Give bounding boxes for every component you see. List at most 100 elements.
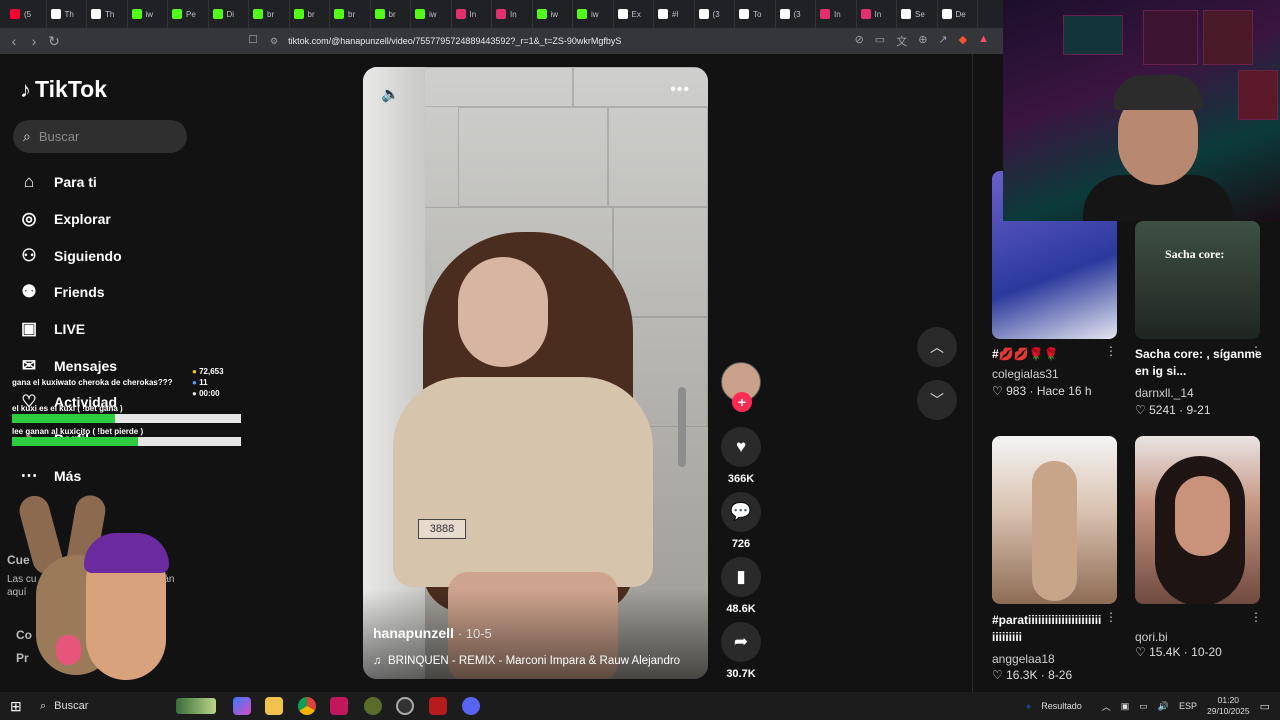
toolbar-icons: ⊘ ▭ 文 ⊕ ↗ ◆ ▲ bbox=[855, 33, 989, 49]
sidebar-item-more[interactable]: ⋯ Más bbox=[18, 458, 208, 495]
browser-tab[interactable]: Di bbox=[209, 0, 249, 28]
weather-label[interactable]: Resultado bbox=[1041, 701, 1082, 711]
brave-shield-icon[interactable]: ◆ bbox=[959, 33, 967, 49]
browser-tab[interactable]: Se bbox=[897, 0, 938, 28]
more-options-icon[interactable]: ••• bbox=[670, 81, 690, 99]
windows-start-icon[interactable]: ⊞ bbox=[10, 698, 22, 715]
app-icon-2[interactable] bbox=[429, 697, 447, 715]
no-video-icon[interactable]: ⊘ bbox=[855, 33, 864, 49]
browser-tab[interactable]: br bbox=[330, 0, 371, 28]
obs-icon[interactable] bbox=[396, 697, 414, 715]
browser-tab[interactable]: Pe bbox=[168, 0, 209, 28]
sidebar-item-following[interactable]: ⚇ Siguiendo bbox=[18, 237, 208, 274]
rec-title-3[interactable]: #paratiiiiiiiiiiiiiiiiiiiiii iiiiiiiii bbox=[992, 612, 1120, 646]
browser-tab[interactable]: Ex bbox=[614, 0, 654, 28]
video-music[interactable]: ♫ BRINQUEN - REMIX - Marconi Impara & Ra… bbox=[373, 655, 680, 667]
file-explorer-icon[interactable] bbox=[265, 697, 283, 715]
sidebar-item-live[interactable]: ▣ LIVE bbox=[18, 311, 208, 348]
brave-rewards-icon[interactable]: ▲ bbox=[978, 33, 989, 49]
clock[interactable]: 01:20 29/10/2025 bbox=[1207, 695, 1250, 717]
rec-user-2[interactable]: darnxll._14 bbox=[1135, 386, 1194, 400]
browser-tab[interactable]: br bbox=[371, 0, 411, 28]
heart-icon[interactable]: ♥ bbox=[721, 427, 761, 467]
follow-plus-icon[interactable]: + bbox=[732, 392, 752, 412]
browser-tab[interactable]: In bbox=[816, 0, 857, 28]
browser-tab[interactable]: iw bbox=[411, 0, 452, 28]
previous-video-button[interactable]: ︿ bbox=[917, 327, 957, 367]
rec-title-2[interactable]: Sacha core: , síganme en ig si... bbox=[1135, 346, 1263, 380]
translate-icon[interactable]: 文 bbox=[896, 33, 907, 49]
browser-tab[interactable]: iw bbox=[128, 0, 168, 28]
video-username[interactable]: hanapunzell bbox=[373, 625, 454, 641]
language-indicator[interactable]: ESP bbox=[1179, 701, 1197, 711]
rec-more-1-icon[interactable]: ⋮ bbox=[1105, 344, 1117, 358]
tray-chevron-icon[interactable]: ︿ bbox=[1102, 700, 1111, 713]
sidebar-item-label: Friends bbox=[54, 284, 105, 301]
tiktok-logo[interactable]: ♪ TikTok bbox=[20, 76, 107, 103]
rec-title-1[interactable]: #💋💋🌹🌹 bbox=[992, 346, 1120, 363]
volume-tray-icon[interactable]: 🔊 bbox=[1158, 701, 1169, 712]
site-info-icon[interactable]: ⚙ bbox=[270, 36, 278, 47]
video-author[interactable]: hanapunzell · 10-5 bbox=[373, 625, 492, 641]
browser-tab[interactable]: In bbox=[857, 0, 897, 28]
notification-icon[interactable]: ▭ bbox=[1260, 700, 1270, 713]
browser-tab[interactable]: iw bbox=[533, 0, 573, 28]
rec-user-4[interactable]: qori.bi bbox=[1135, 630, 1168, 644]
share-icon[interactable]: ↗ bbox=[938, 33, 947, 49]
rec-more-4-icon[interactable]: ⋮ bbox=[1250, 610, 1262, 624]
sidebar-item-friends[interactable]: ⚉ Friends bbox=[18, 274, 208, 311]
browser-tab[interactable]: To bbox=[735, 0, 776, 28]
browser-tab[interactable]: (5 bbox=[6, 0, 47, 28]
zoom-icon[interactable]: ⊕ bbox=[918, 33, 927, 49]
discord-icon[interactable] bbox=[462, 697, 480, 715]
video-player[interactable]: 3888 🔈 ••• hanapunzell · 10-5 ♫ BRINQUEN… bbox=[363, 67, 708, 679]
tab-label: Ex bbox=[631, 9, 641, 19]
browser-tab[interactable]: #l bbox=[654, 0, 695, 28]
search-input[interactable]: ⌕ Buscar bbox=[13, 120, 187, 153]
bookmark-icon[interactable]: ☐ bbox=[248, 33, 258, 46]
browser-tab[interactable]: Th bbox=[87, 0, 128, 28]
back-icon[interactable]: ‹ bbox=[4, 33, 24, 49]
rec-more-2-icon[interactable]: ⋮ bbox=[1250, 344, 1262, 358]
forward-icon[interactable]: › bbox=[24, 33, 44, 49]
browser-tab[interactable]: In bbox=[492, 0, 533, 28]
rec-thumb-2[interactable]: Sacha core: bbox=[1135, 221, 1260, 339]
copilot-icon[interactable] bbox=[233, 697, 251, 715]
chrome-icon[interactable] bbox=[298, 697, 316, 715]
author-avatar[interactable]: + bbox=[721, 362, 761, 412]
rec-user-3[interactable]: anggelaa18 bbox=[992, 652, 1055, 666]
tab-label: br bbox=[388, 9, 396, 19]
app-icon-1[interactable] bbox=[364, 697, 382, 715]
cast-icon[interactable]: ▭ bbox=[875, 33, 885, 49]
browser-active-icon[interactable] bbox=[330, 697, 348, 715]
network-icon[interactable]: ▭ bbox=[1139, 701, 1148, 712]
sidebar-item-home[interactable]: ⌂ Para ti bbox=[18, 164, 208, 201]
tray-app-icon[interactable]: ▣ bbox=[1121, 701, 1130, 712]
tab-favicon-icon bbox=[334, 9, 344, 19]
browser-tab[interactable]: iw bbox=[573, 0, 614, 28]
browser-tab[interactable]: De bbox=[938, 0, 978, 28]
taskbar-search[interactable]: ⌕ Buscar bbox=[34, 695, 220, 717]
browser-tab[interactable]: (3 bbox=[776, 0, 816, 28]
rec-thumb-4[interactable] bbox=[1135, 436, 1260, 604]
weather-nba-icon[interactable]: ● bbox=[1026, 701, 1031, 711]
browser-tab[interactable]: (3 bbox=[695, 0, 735, 28]
sidebar-item-label: Siguiendo bbox=[54, 247, 122, 264]
comment-icon[interactable]: 💬 bbox=[721, 492, 761, 532]
rec-thumb-3[interactable] bbox=[992, 436, 1117, 604]
reload-icon[interactable]: ↻ bbox=[44, 33, 64, 50]
sidebar-item-compass[interactable]: ◎ Explorar bbox=[18, 201, 208, 238]
share-arrow-icon[interactable]: ➦ bbox=[721, 622, 761, 662]
browser-tab[interactable]: Th bbox=[47, 0, 87, 28]
next-video-button[interactable]: ﹀ bbox=[917, 380, 957, 420]
tab-label: (5 bbox=[24, 9, 32, 19]
coin-icon: ● bbox=[192, 367, 197, 376]
browser-tab[interactable]: br bbox=[290, 0, 330, 28]
purple-beanie bbox=[84, 533, 169, 573]
browser-tab[interactable]: In bbox=[452, 0, 492, 28]
rec-more-3-icon[interactable]: ⋮ bbox=[1105, 610, 1117, 624]
browser-tab[interactable]: br bbox=[249, 0, 290, 28]
rec-user-1[interactable]: colegialas31 bbox=[992, 367, 1059, 381]
bookmark-save-icon[interactable]: ▮ bbox=[721, 557, 761, 597]
volume-icon[interactable]: 🔈 bbox=[381, 85, 400, 103]
